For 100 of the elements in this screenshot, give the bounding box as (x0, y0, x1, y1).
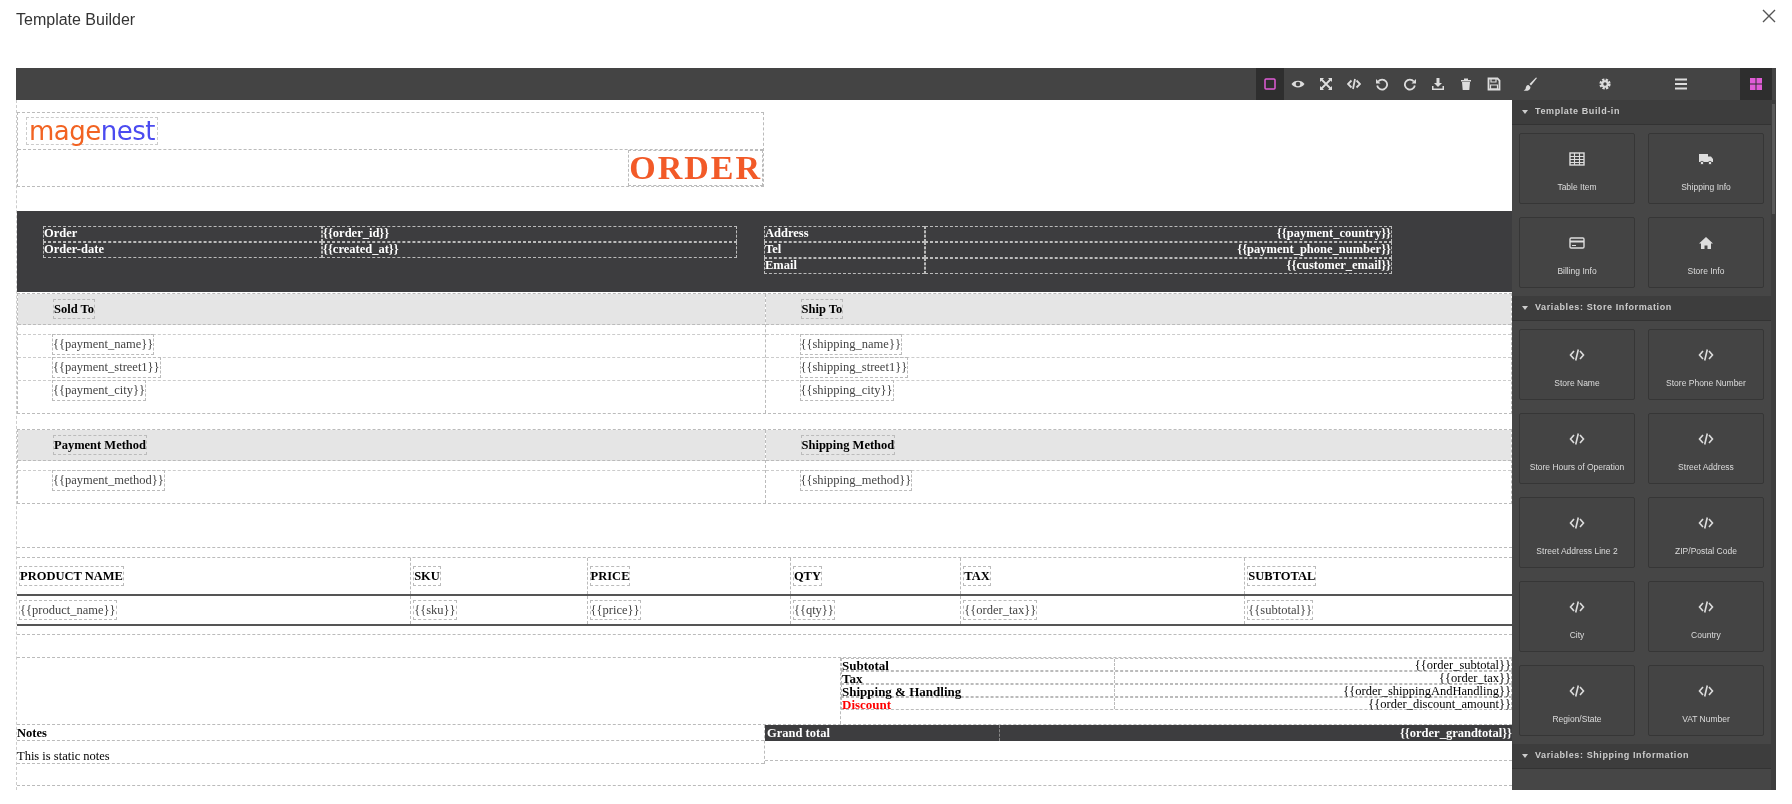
column-header: PRODUCT NAME (19, 565, 124, 587)
info-label: Order (43, 226, 322, 242)
info-value: {{customer_email}} (1286, 258, 1391, 272)
table-cell: {{sku}} (413, 599, 457, 621)
truck-icon (1698, 151, 1714, 168)
download-icon[interactable] (1431, 77, 1445, 91)
info-label: Tel (764, 242, 925, 258)
document-title: ORDER (628, 150, 763, 186)
caret-icon[interactable] (1522, 110, 1528, 114)
info-value: {{created_at}} (322, 242, 737, 258)
blocks-tab[interactable] (1740, 68, 1772, 100)
code-icon (1698, 683, 1714, 700)
table-icon (1569, 151, 1585, 168)
grand-total-label: Grand total (765, 725, 1000, 741)
notes-text: This is static notes (17, 748, 764, 764)
code-icon (1698, 599, 1714, 616)
template-variable: {{payment_street1}} (52, 357, 161, 378)
section-header[interactable]: Variables: Store Information (1512, 296, 1771, 321)
credit-card-icon (1569, 235, 1585, 252)
caret-icon[interactable] (1522, 306, 1528, 310)
column-header: SKU (413, 565, 441, 587)
block-tile[interactable]: Store Phone Number (1648, 329, 1764, 400)
block-tile[interactable]: Store Hours of Operation (1519, 413, 1635, 484)
notes-heading: Notes (17, 725, 764, 741)
column-header: TAX (963, 565, 991, 587)
block-tile[interactable]: Country (1648, 581, 1764, 652)
table-cell: {{price}} (589, 599, 641, 621)
template-variable: {{payment_method}} (52, 470, 165, 491)
fullscreen-icon[interactable] (1319, 77, 1333, 91)
block-tile[interactable]: Billing Info (1519, 217, 1635, 288)
total-value: {{order_tax}} (1439, 671, 1511, 685)
block-tile[interactable]: Store Name (1519, 329, 1635, 400)
total-value: {{order_shippingAndHandling}} (1343, 684, 1511, 698)
close-icon[interactable] (1762, 9, 1776, 23)
code-icon[interactable] (1347, 77, 1361, 91)
block-tile[interactable]: Store Info (1648, 217, 1764, 288)
square-icon[interactable] (1263, 77, 1277, 91)
template-variable: {{shipping_city}} (799, 380, 894, 401)
code-icon (1569, 347, 1585, 364)
brush-icon[interactable] (1523, 77, 1537, 91)
house-icon (1698, 235, 1714, 252)
section-header[interactable]: Variables: Shipping Information (1512, 744, 1771, 769)
block-tile[interactable]: Street Address Line 2 (1519, 497, 1635, 568)
section-title[interactable]: Template Build-in (1535, 105, 1621, 119)
column-header: SUBTOTAL (1247, 565, 1317, 587)
info-value: {{payment_phone_number}} (1237, 242, 1391, 256)
block-tile[interactable]: City (1519, 581, 1635, 652)
block-tile[interactable]: VAT Number (1648, 665, 1764, 736)
code-icon (1698, 515, 1714, 532)
menu-icon[interactable] (1673, 77, 1688, 91)
total-label: Tax (842, 672, 864, 683)
template-variable: {{payment_name}} (52, 334, 155, 355)
block-tile[interactable]: Region/State (1519, 665, 1635, 736)
table-cell: {{subtotal}} (1247, 599, 1313, 621)
total-label: Discount (842, 698, 893, 709)
code-icon (1698, 431, 1714, 448)
section-title[interactable]: Variables: Store Information (1535, 301, 1672, 315)
total-value: {{order_discount_amount}} (1368, 697, 1511, 711)
grand-total-value: {{order_grandtotal}} (1399, 726, 1512, 740)
section-heading: Payment Method (53, 434, 147, 456)
blocks-icon[interactable] (1749, 77, 1763, 91)
table-cell: {{qty}} (792, 599, 835, 621)
code-icon (1698, 347, 1714, 364)
logo: magenest (26, 117, 158, 145)
section-heading: Ship To (800, 298, 844, 320)
info-value: {{order_id}} (322, 226, 737, 242)
section-header[interactable]: Template Build-in (1512, 100, 1771, 125)
section-heading: Sold To (53, 298, 95, 320)
template-variable: {{payment_city}} (52, 380, 147, 401)
square-button[interactable] (1256, 68, 1284, 100)
template-variable: {{shipping_name}} (799, 334, 902, 355)
column-header: QTY (792, 565, 822, 587)
scrollbar[interactable] (1771, 100, 1776, 790)
code-icon (1569, 683, 1585, 700)
caret-icon[interactable] (1522, 754, 1528, 758)
block-tile[interactable]: Shipping Info (1648, 133, 1764, 204)
table-cell: {{product_name}} (19, 599, 117, 621)
trash-icon[interactable] (1459, 77, 1473, 91)
info-value: {{payment_country}} (1276, 226, 1391, 240)
dialog-title: Template Builder (16, 10, 136, 30)
info-label: Order-date (43, 242, 322, 258)
block-tile[interactable]: Street Address (1648, 413, 1764, 484)
table-cell: {{order_tax}} (963, 599, 1038, 621)
code-icon (1569, 599, 1585, 616)
total-label: Subtotal (842, 659, 890, 670)
redo-icon[interactable] (1403, 77, 1417, 91)
block-tile[interactable]: ZIP/Postal Code (1648, 497, 1764, 568)
section-heading: Shipping Method (800, 434, 896, 456)
undo-icon[interactable] (1375, 77, 1389, 91)
total-value: {{order_subtotal}} (1414, 658, 1511, 672)
template-variable: {{shipping_street1}} (799, 357, 909, 378)
code-icon (1569, 515, 1585, 532)
block-tile[interactable]: Table Item (1519, 133, 1635, 204)
section-title[interactable]: Variables: Shipping Information (1535, 749, 1690, 763)
template-variable: {{shipping_method}} (799, 470, 913, 491)
save-icon[interactable] (1487, 77, 1501, 91)
column-header: PRICE (589, 565, 631, 587)
gear-icon[interactable] (1598, 77, 1613, 91)
info-label: Email (764, 258, 925, 274)
code-icon (1569, 431, 1585, 448)
